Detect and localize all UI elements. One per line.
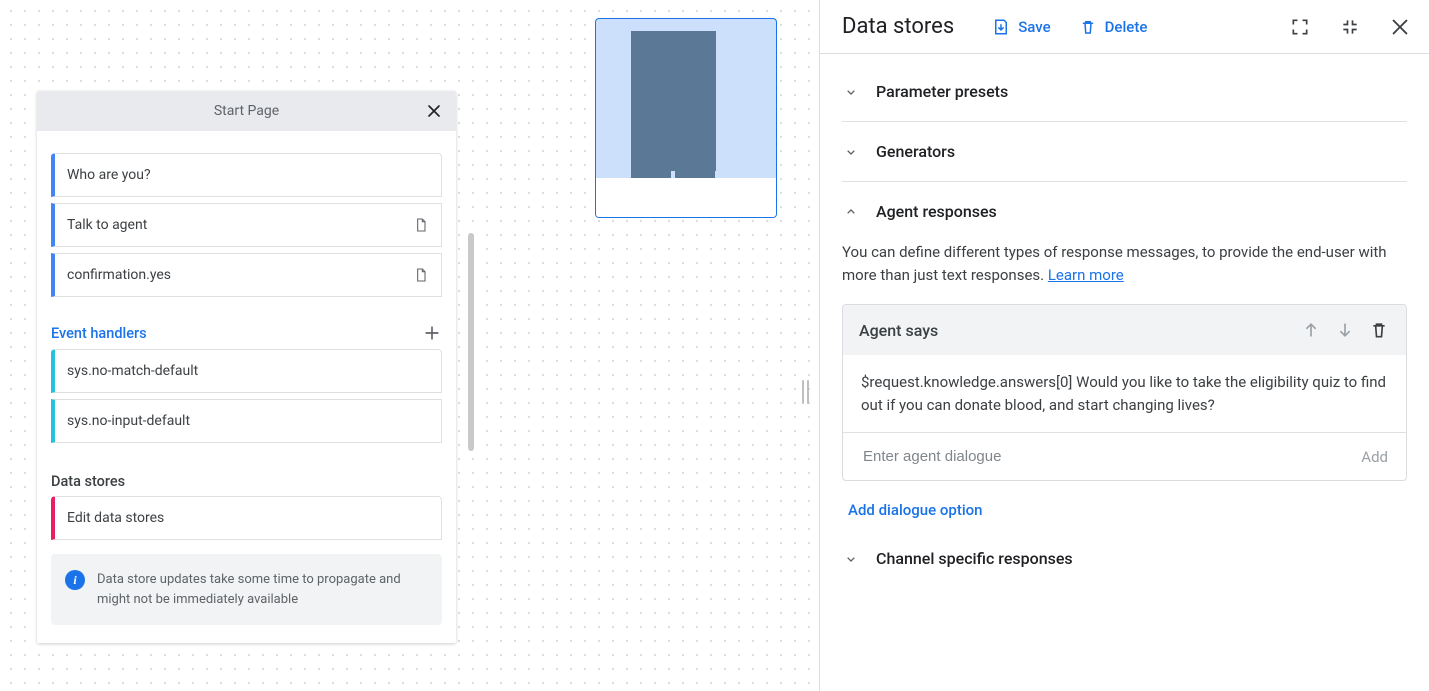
fullscreen-icon[interactable] xyxy=(1289,16,1311,38)
flow-node-selected[interactable] xyxy=(595,18,777,218)
details-panel: Data stores Save Delete Parameter preset… xyxy=(819,0,1429,691)
accordion-parameter-presets[interactable]: Parameter presets xyxy=(842,62,1407,122)
event-handlers-heading: Event handlers xyxy=(51,323,442,343)
close-icon[interactable] xyxy=(422,99,446,123)
info-note: i Data store updates take some time to p… xyxy=(51,554,442,625)
event-label: sys.no-input-default xyxy=(67,413,190,429)
event-handler-row[interactable]: sys.no-input-default xyxy=(51,399,442,443)
data-stores-label: Data stores xyxy=(51,473,125,490)
agent-responses-description: You can define different types of respon… xyxy=(842,241,1407,304)
route-label: Who are you? xyxy=(67,167,151,183)
flow-canvas[interactable]: Start Page Who are you? Talk to agent co… xyxy=(0,0,819,691)
route-row[interactable]: confirmation.yes xyxy=(51,253,442,297)
edit-data-stores-label: Edit data stores xyxy=(67,510,164,526)
start-page-title: Start Page xyxy=(214,103,279,119)
collapse-icon[interactable] xyxy=(1339,16,1361,38)
accordion-generators[interactable]: Generators xyxy=(842,122,1407,182)
chevron-down-icon xyxy=(842,143,860,161)
info-note-text: Data store updates take some time to pro… xyxy=(97,572,401,607)
add-event-handler-button[interactable] xyxy=(422,323,442,343)
chevron-up-icon xyxy=(842,203,860,221)
route-label: confirmation.yes xyxy=(67,267,171,283)
route-row[interactable]: Talk to agent xyxy=(51,203,442,247)
add-dialogue-option-button[interactable]: Add dialogue option xyxy=(842,481,1407,543)
accordion-label: Channel specific responses xyxy=(876,549,1073,568)
edit-data-stores-row[interactable]: Edit data stores xyxy=(51,496,442,540)
accordion-label: Generators xyxy=(876,142,955,161)
start-page-header: Start Page xyxy=(37,91,456,131)
accordion-agent-responses[interactable]: Agent responses xyxy=(842,182,1407,241)
page-icon xyxy=(413,265,429,285)
route-row[interactable]: Who are you? xyxy=(51,153,442,197)
event-handler-row[interactable]: sys.no-match-default xyxy=(51,349,442,393)
agent-says-value[interactable]: $request.knowledge.answers[0] Would you … xyxy=(843,355,1406,433)
agent-dialogue-input[interactable] xyxy=(861,447,1361,466)
save-button-label: Save xyxy=(1018,18,1050,36)
agent-says-title: Agent says xyxy=(859,321,938,340)
page-icon xyxy=(413,215,429,235)
event-handlers-label: Event handlers xyxy=(51,325,147,342)
chevron-down-icon xyxy=(842,83,860,101)
scrollbar[interactable] xyxy=(468,233,474,451)
accordion-channel-responses[interactable]: Channel specific responses xyxy=(842,543,1407,588)
delete-button-label: Delete xyxy=(1105,18,1148,36)
chevron-down-icon xyxy=(842,550,860,568)
close-panel-icon[interactable] xyxy=(1389,16,1411,38)
save-button[interactable]: Save xyxy=(992,18,1050,36)
move-down-icon[interactable] xyxy=(1334,319,1356,341)
learn-more-link[interactable]: Learn more xyxy=(1048,266,1124,284)
accordion-label: Agent responses xyxy=(876,202,997,221)
panel-header: Data stores Save Delete xyxy=(820,0,1429,54)
panel-title: Data stores xyxy=(842,14,954,39)
trash-icon[interactable] xyxy=(1368,319,1390,341)
info-icon: i xyxy=(65,570,85,590)
delete-button[interactable]: Delete xyxy=(1079,18,1148,36)
move-up-icon[interactable] xyxy=(1300,319,1322,341)
agent-says-card: Agent says $request.knowledge.answers[0]… xyxy=(842,304,1407,481)
accordion-label: Parameter presets xyxy=(876,82,1008,101)
data-stores-heading: Data stores xyxy=(51,473,442,490)
add-dialogue-inline-button[interactable]: Add xyxy=(1361,448,1388,466)
route-label: Talk to agent xyxy=(67,217,147,233)
start-page-card: Start Page Who are you? Talk to agent co… xyxy=(37,91,456,643)
event-label: sys.no-match-default xyxy=(67,363,198,379)
panel-resize-handle[interactable] xyxy=(804,392,807,395)
